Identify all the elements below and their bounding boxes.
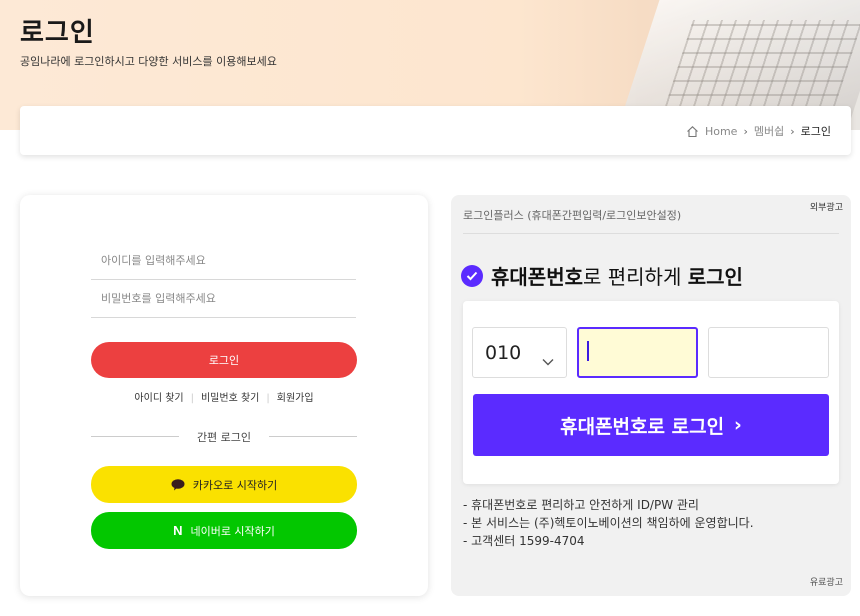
note-line: - 고객센터 1599-4704 — [463, 534, 585, 548]
page-title: 로그인 — [20, 18, 95, 48]
id-input[interactable] — [91, 242, 356, 280]
headline-strong-phone: 휴대폰번호 — [491, 265, 583, 289]
text-cursor — [587, 341, 589, 361]
find-id-link[interactable]: 아이디 찾기 — [134, 393, 183, 404]
login-card: 로그인 아이디 찾기|비밀번호 찾기|회원가입 간편 로그인 카카오로 시작하기… — [20, 195, 428, 596]
login-plus-headline: 휴대폰번호로 편리하게 로그인 — [461, 261, 743, 290]
phone-login-button[interactable]: 휴대폰번호로 로그인 › — [473, 394, 829, 456]
easy-login-divider: 간편 로그인 — [91, 429, 357, 445]
find-password-link[interactable]: 비밀번호 찾기 — [201, 393, 259, 404]
naver-button-label: 네이버로 시작하기 — [190, 524, 275, 538]
login-button[interactable]: 로그인 — [91, 342, 357, 378]
paid-ad-label: 유료광고 — [809, 578, 843, 588]
breadcrumb-section[interactable]: 멤버쉽 — [754, 123, 784, 139]
headline-strong-login: 로그인 — [687, 265, 743, 289]
page-subtitle: 공임나라에 로그인하시고 다양한 서비스를 이용해보세요 — [20, 55, 277, 68]
breadcrumb: Home › 멤버쉽 › 로그인 — [686, 123, 831, 139]
kakao-speech-bubble-icon — [171, 478, 185, 491]
kakao-login-button[interactable]: 카카오로 시작하기 — [91, 466, 357, 503]
phone-prefix-value: 010 — [485, 341, 522, 364]
note-line: - 본 서비스는 (주)헥토이노베이션의 책임하에 운영합니다. — [463, 516, 754, 530]
phone-middle-wrap — [577, 327, 698, 378]
breadcrumb-current: 로그인 — [800, 125, 831, 138]
phone-last-input[interactable] — [708, 327, 829, 378]
chevron-down-icon — [542, 349, 554, 365]
password-input[interactable] — [91, 280, 356, 318]
phone-middle-input[interactable] — [577, 327, 698, 378]
kakao-button-label: 카카오로 시작하기 — [192, 478, 278, 492]
account-links: 아이디 찾기 | 비밀번호 찾기 | 회원가입 — [134, 393, 314, 404]
signup-link[interactable]: 회원가입 — [277, 393, 314, 404]
chevron-right-icon: › — [743, 124, 748, 138]
home-icon[interactable] — [686, 125, 699, 138]
easy-login-label: 간편 로그인 — [196, 431, 252, 444]
login-plus-title: 로그인플러스 (휴대폰간편입력/로그인보안설정) — [463, 209, 682, 222]
breadcrumb-home[interactable]: Home — [705, 125, 737, 138]
phone-login-label: 휴대폰번호로 로그인 — [560, 415, 725, 438]
naver-login-button[interactable]: N 네이버로 시작하기 — [91, 512, 357, 549]
naver-logo-icon: N — [173, 523, 183, 538]
chevron-right-icon: › — [734, 414, 742, 436]
headline-mid: 로 편리하게 — [583, 265, 688, 289]
external-ad-label: 외부광고 — [809, 203, 843, 213]
note-line: - 휴대폰번호로 편리하고 안전하게 ID/PW 관리 — [463, 498, 699, 512]
breadcrumb-bar: Home › 멤버쉽 › 로그인 — [20, 106, 851, 155]
service-notes: - 휴대폰번호로 편리하고 안전하게 ID/PW 관리 - 본 서비스는 (주)… — [463, 496, 754, 550]
phone-prefix-select[interactable]: 010 — [472, 327, 567, 378]
check-circle-icon — [461, 264, 483, 287]
chevron-right-icon: › — [790, 124, 795, 138]
phone-input-box: 010 휴대폰번호로 로그인 › — [463, 301, 839, 484]
login-plus-panel: 외부광고 로그인플러스 (휴대폰간편입력/로그인보안설정) 휴대폰번호로 편리하… — [451, 195, 851, 596]
